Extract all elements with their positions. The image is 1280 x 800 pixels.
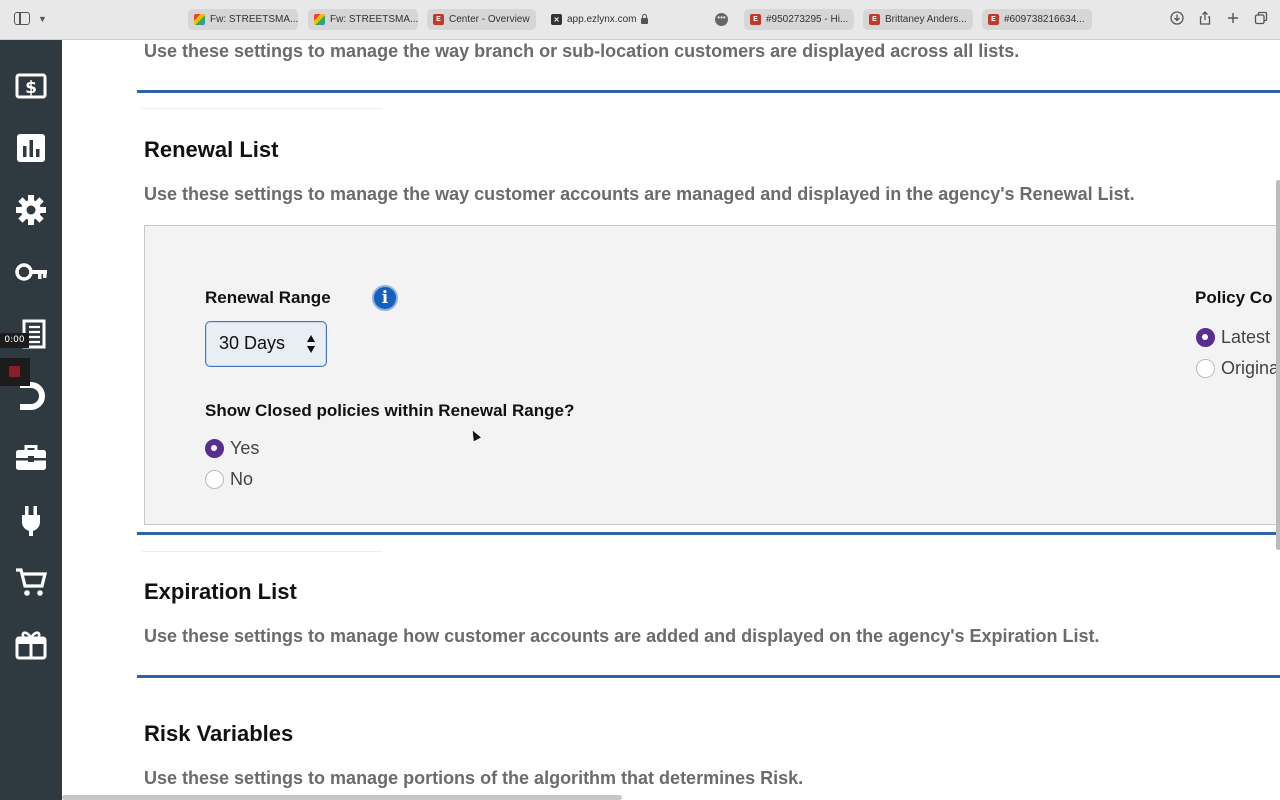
- cart-icon: [16, 568, 48, 596]
- renewal-list-description: Use these settings to manage the way cus…: [144, 184, 1135, 204]
- show-closed-label: Show Closed policies within Renewal Rang…: [205, 401, 575, 420]
- settings-content: Use these settings to manage the way bra…: [62, 40, 1280, 800]
- section-divider: [137, 532, 1280, 535]
- renewal-range-select[interactable]: 30 Days: [205, 321, 327, 367]
- policy-original-option[interactable]: Origina: [1196, 358, 1279, 379]
- section-divider: [137, 675, 1280, 678]
- browser-tab[interactable]: Fw: STREETSMA...: [308, 9, 418, 30]
- tab-label: #950273295 - Hi...: [766, 14, 849, 25]
- renewal-list-title: Renewal List: [144, 137, 279, 162]
- ezlynx-icon: E: [750, 14, 761, 25]
- x-icon: ✕: [551, 14, 562, 25]
- gmail-icon: [314, 14, 325, 25]
- sidebar-item-reports[interactable]: [0, 117, 62, 179]
- address-bar[interactable]: ✕ app.ezlynx.com: [545, 9, 710, 30]
- browser-actions: [1170, 11, 1268, 25]
- download-icon[interactable]: [1170, 11, 1184, 25]
- tab-label: #609738216634...: [1004, 14, 1085, 25]
- browser-tab[interactable]: Fw: STREETSMA...: [188, 9, 298, 30]
- more-icon[interactable]: •••: [715, 13, 728, 26]
- radio-selected[interactable]: [205, 439, 224, 458]
- section-description: Use these settings to manage the way bra…: [144, 41, 1020, 61]
- lock-icon: [641, 13, 649, 24]
- gear-icon: [16, 195, 46, 225]
- sidebar-item-rewards[interactable]: [0, 613, 62, 675]
- gmail-icon: [194, 14, 205, 25]
- select-arrows-icon: [307, 335, 315, 353]
- horizontal-scrollbar[interactable]: [62, 795, 622, 800]
- expiration-list-title: Expiration List: [144, 579, 297, 604]
- radio-unselected[interactable]: [1196, 359, 1215, 378]
- address-url: app.ezlynx.com: [567, 14, 637, 25]
- tab-overview-icon[interactable]: [1254, 11, 1268, 25]
- sidebar-item-tools[interactable]: [0, 427, 62, 489]
- tab-label: Fw: STREETSMA...: [330, 14, 418, 25]
- closed-no-option[interactable]: No: [205, 469, 253, 490]
- radio-unselected[interactable]: [205, 470, 224, 489]
- stop-recording-button[interactable]: [0, 358, 30, 386]
- browser-toolbar: ▼ Fw: STREETSMA... Fw: STREETSMA... E Ce…: [0, 0, 1280, 40]
- renewal-range-value: 30 Days: [219, 333, 286, 353]
- sidebar-item-billing[interactable]: $: [0, 55, 62, 117]
- app-sidebar: $ 0:00: [0, 40, 62, 800]
- sidebar-item-integrations[interactable]: [0, 489, 62, 551]
- browser-tab[interactable]: E Center - Overview: [427, 9, 536, 30]
- ezlynx-icon: E: [433, 14, 444, 25]
- info-icon[interactable]: i: [372, 285, 398, 311]
- key-icon: [15, 263, 47, 281]
- radio-label: Origina: [1221, 358, 1280, 378]
- stop-icon: [9, 366, 20, 377]
- share-icon[interactable]: [1198, 11, 1212, 25]
- radio-selected[interactable]: [1196, 328, 1215, 347]
- risk-variables-description: Use these settings to manage portions of…: [144, 768, 804, 788]
- browser-tab[interactable]: E #609738216634...: [982, 9, 1092, 30]
- sidebar-item-settings[interactable]: [0, 179, 62, 241]
- policy-copy-label: Policy Co: [1195, 288, 1273, 307]
- browser-tab[interactable]: E Brittaney Anders...: [863, 9, 973, 30]
- tab-label: Fw: STREETSMA...: [210, 14, 298, 25]
- radio-label: No: [230, 469, 254, 489]
- ezlynx-icon: E: [869, 14, 880, 25]
- ezlynx-icon: E: [988, 14, 999, 25]
- sidebar-toggle-icon[interactable]: [14, 12, 30, 25]
- policy-latest-option[interactable]: Latest: [1196, 327, 1270, 348]
- section-divider: [137, 90, 1280, 93]
- new-tab-icon[interactable]: [1226, 11, 1240, 25]
- expiration-list-description: Use these settings to manage how custome…: [144, 626, 1100, 646]
- recording-timer: 0:00: [0, 333, 29, 348]
- divider-faint: [142, 551, 382, 552]
- renewal-settings-panel: Renewal Range i 30 Days Show Closed poli…: [144, 225, 1280, 525]
- risk-variables-title: Risk Variables: [144, 721, 294, 746]
- chevron-down-icon[interactable]: ▼: [38, 14, 47, 24]
- closed-yes-option[interactable]: Yes: [205, 438, 259, 459]
- sidebar-item-security[interactable]: [0, 241, 62, 303]
- sidebar-item-store[interactable]: [0, 551, 62, 613]
- plug-icon: [22, 506, 40, 536]
- tab-label: Center - Overview: [449, 14, 530, 25]
- radio-label: Yes: [230, 438, 260, 458]
- radio-label: Latest: [1221, 327, 1271, 347]
- renewal-range-label: Renewal Range: [205, 288, 331, 307]
- gift-icon: [15, 631, 47, 660]
- sidebar-controls: ▼: [14, 12, 47, 25]
- briefcase-icon: [16, 445, 46, 470]
- svg-text:$: $: [25, 78, 37, 98]
- tab-label: Brittaney Anders...: [885, 14, 967, 25]
- dollar-icon: $: [15, 73, 47, 99]
- bar-chart-icon: [17, 134, 45, 162]
- divider-faint: [142, 108, 382, 109]
- browser-tab[interactable]: E #950273295 - Hi...: [744, 9, 854, 30]
- vertical-scrollbar[interactable]: [1276, 180, 1280, 550]
